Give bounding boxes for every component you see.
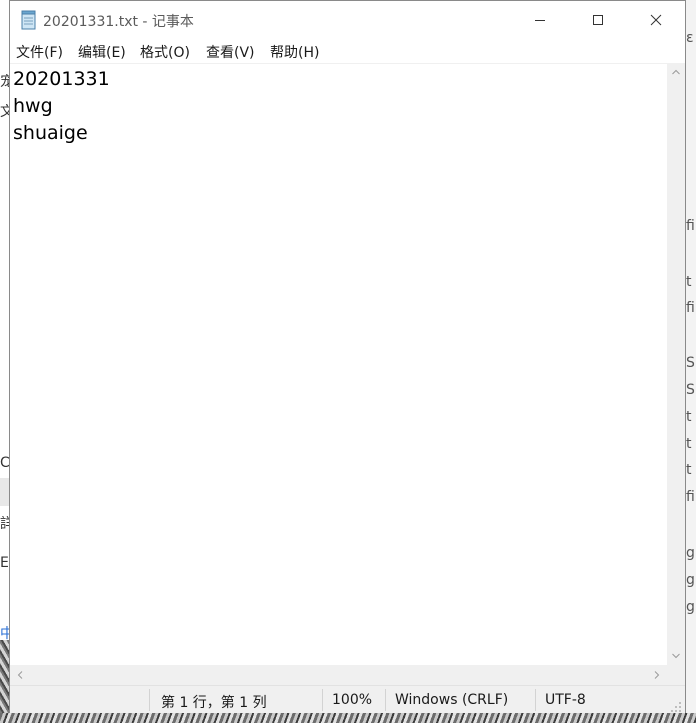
editor-content[interactable]: 20201331 hwg shuaige [13, 66, 110, 147]
menu-format[interactable]: 格式(O) [140, 42, 190, 62]
background-text-fragment: fil [686, 489, 696, 505]
background-text-fragment: ε [686, 30, 694, 46]
text-editor[interactable]: 20201331 hwg shuaige [10, 63, 667, 666]
scroll-left-icon[interactable] [10, 665, 30, 685]
minimize-icon [534, 11, 546, 30]
scrollbar-corner [667, 665, 685, 685]
background-text-fragment: g [686, 572, 695, 588]
menu-file[interactable]: 文件(F) [16, 42, 63, 62]
background-text-fragment: S [686, 382, 695, 398]
menu-bar: 文件(F) 编辑(E) 格式(O) 查看(V) 帮助(H) [10, 39, 685, 63]
notepad-window: 20201331.txt - 记事本 文件(F) 编辑(E) 格式(O) 查看(… [9, 0, 686, 713]
editor-line: hwg [13, 95, 53, 117]
status-cursor-position: 第 1 行，第 1 列 [161, 695, 267, 711]
maximize-icon [592, 11, 604, 30]
status-zoom: 100% [332, 692, 373, 708]
vertical-scrollbar[interactable] [667, 63, 685, 665]
menu-help[interactable]: 帮助(H) [270, 42, 319, 62]
status-encoding: UTF-8 [545, 692, 586, 708]
background-text-fragment: S [686, 355, 695, 371]
close-icon [650, 11, 662, 30]
scroll-right-icon[interactable] [647, 665, 667, 685]
scroll-up-icon[interactable] [667, 63, 685, 81]
scroll-down-icon[interactable] [667, 647, 685, 665]
resize-grip-icon[interactable] [670, 698, 682, 712]
status-divider [385, 689, 386, 711]
background-text-fragment: t [686, 436, 692, 452]
status-divider [535, 689, 536, 711]
background-text-fragment: t [686, 462, 692, 478]
editor-line: shuaige [13, 122, 88, 144]
background-window-right: ε fil t fil S S t t t fil g g g [686, 0, 696, 723]
menu-view[interactable]: 查看(V) [206, 42, 255, 62]
desktop-wallpaper-fragment [0, 713, 696, 723]
status-divider [149, 689, 150, 711]
maximize-button[interactable] [569, 1, 627, 39]
background-text-fragment: fil [686, 300, 696, 316]
status-line-ending: Windows (CRLF) [395, 692, 509, 708]
background-text-fragment: g [686, 545, 695, 561]
background-text-fragment: t [686, 409, 692, 425]
status-divider [322, 689, 323, 711]
menu-edit[interactable]: 编辑(E) [78, 42, 126, 62]
editor-line: 20201331 [13, 68, 110, 90]
close-button[interactable] [627, 1, 685, 39]
notepad-icon [20, 10, 38, 30]
title-bar[interactable]: 20201331.txt - 记事本 [10, 1, 685, 39]
minimize-button[interactable] [511, 1, 569, 39]
background-text-fragment: t [686, 274, 692, 290]
status-bar: 第 1 行，第 1 列 100% Windows (CRLF) UTF-8 [10, 685, 685, 713]
horizontal-scrollbar[interactable] [10, 665, 667, 685]
background-text-fragment: fil [686, 218, 696, 234]
window-title: 20201331.txt - 记事本 [43, 14, 194, 30]
background-text-fragment: g [686, 599, 695, 615]
